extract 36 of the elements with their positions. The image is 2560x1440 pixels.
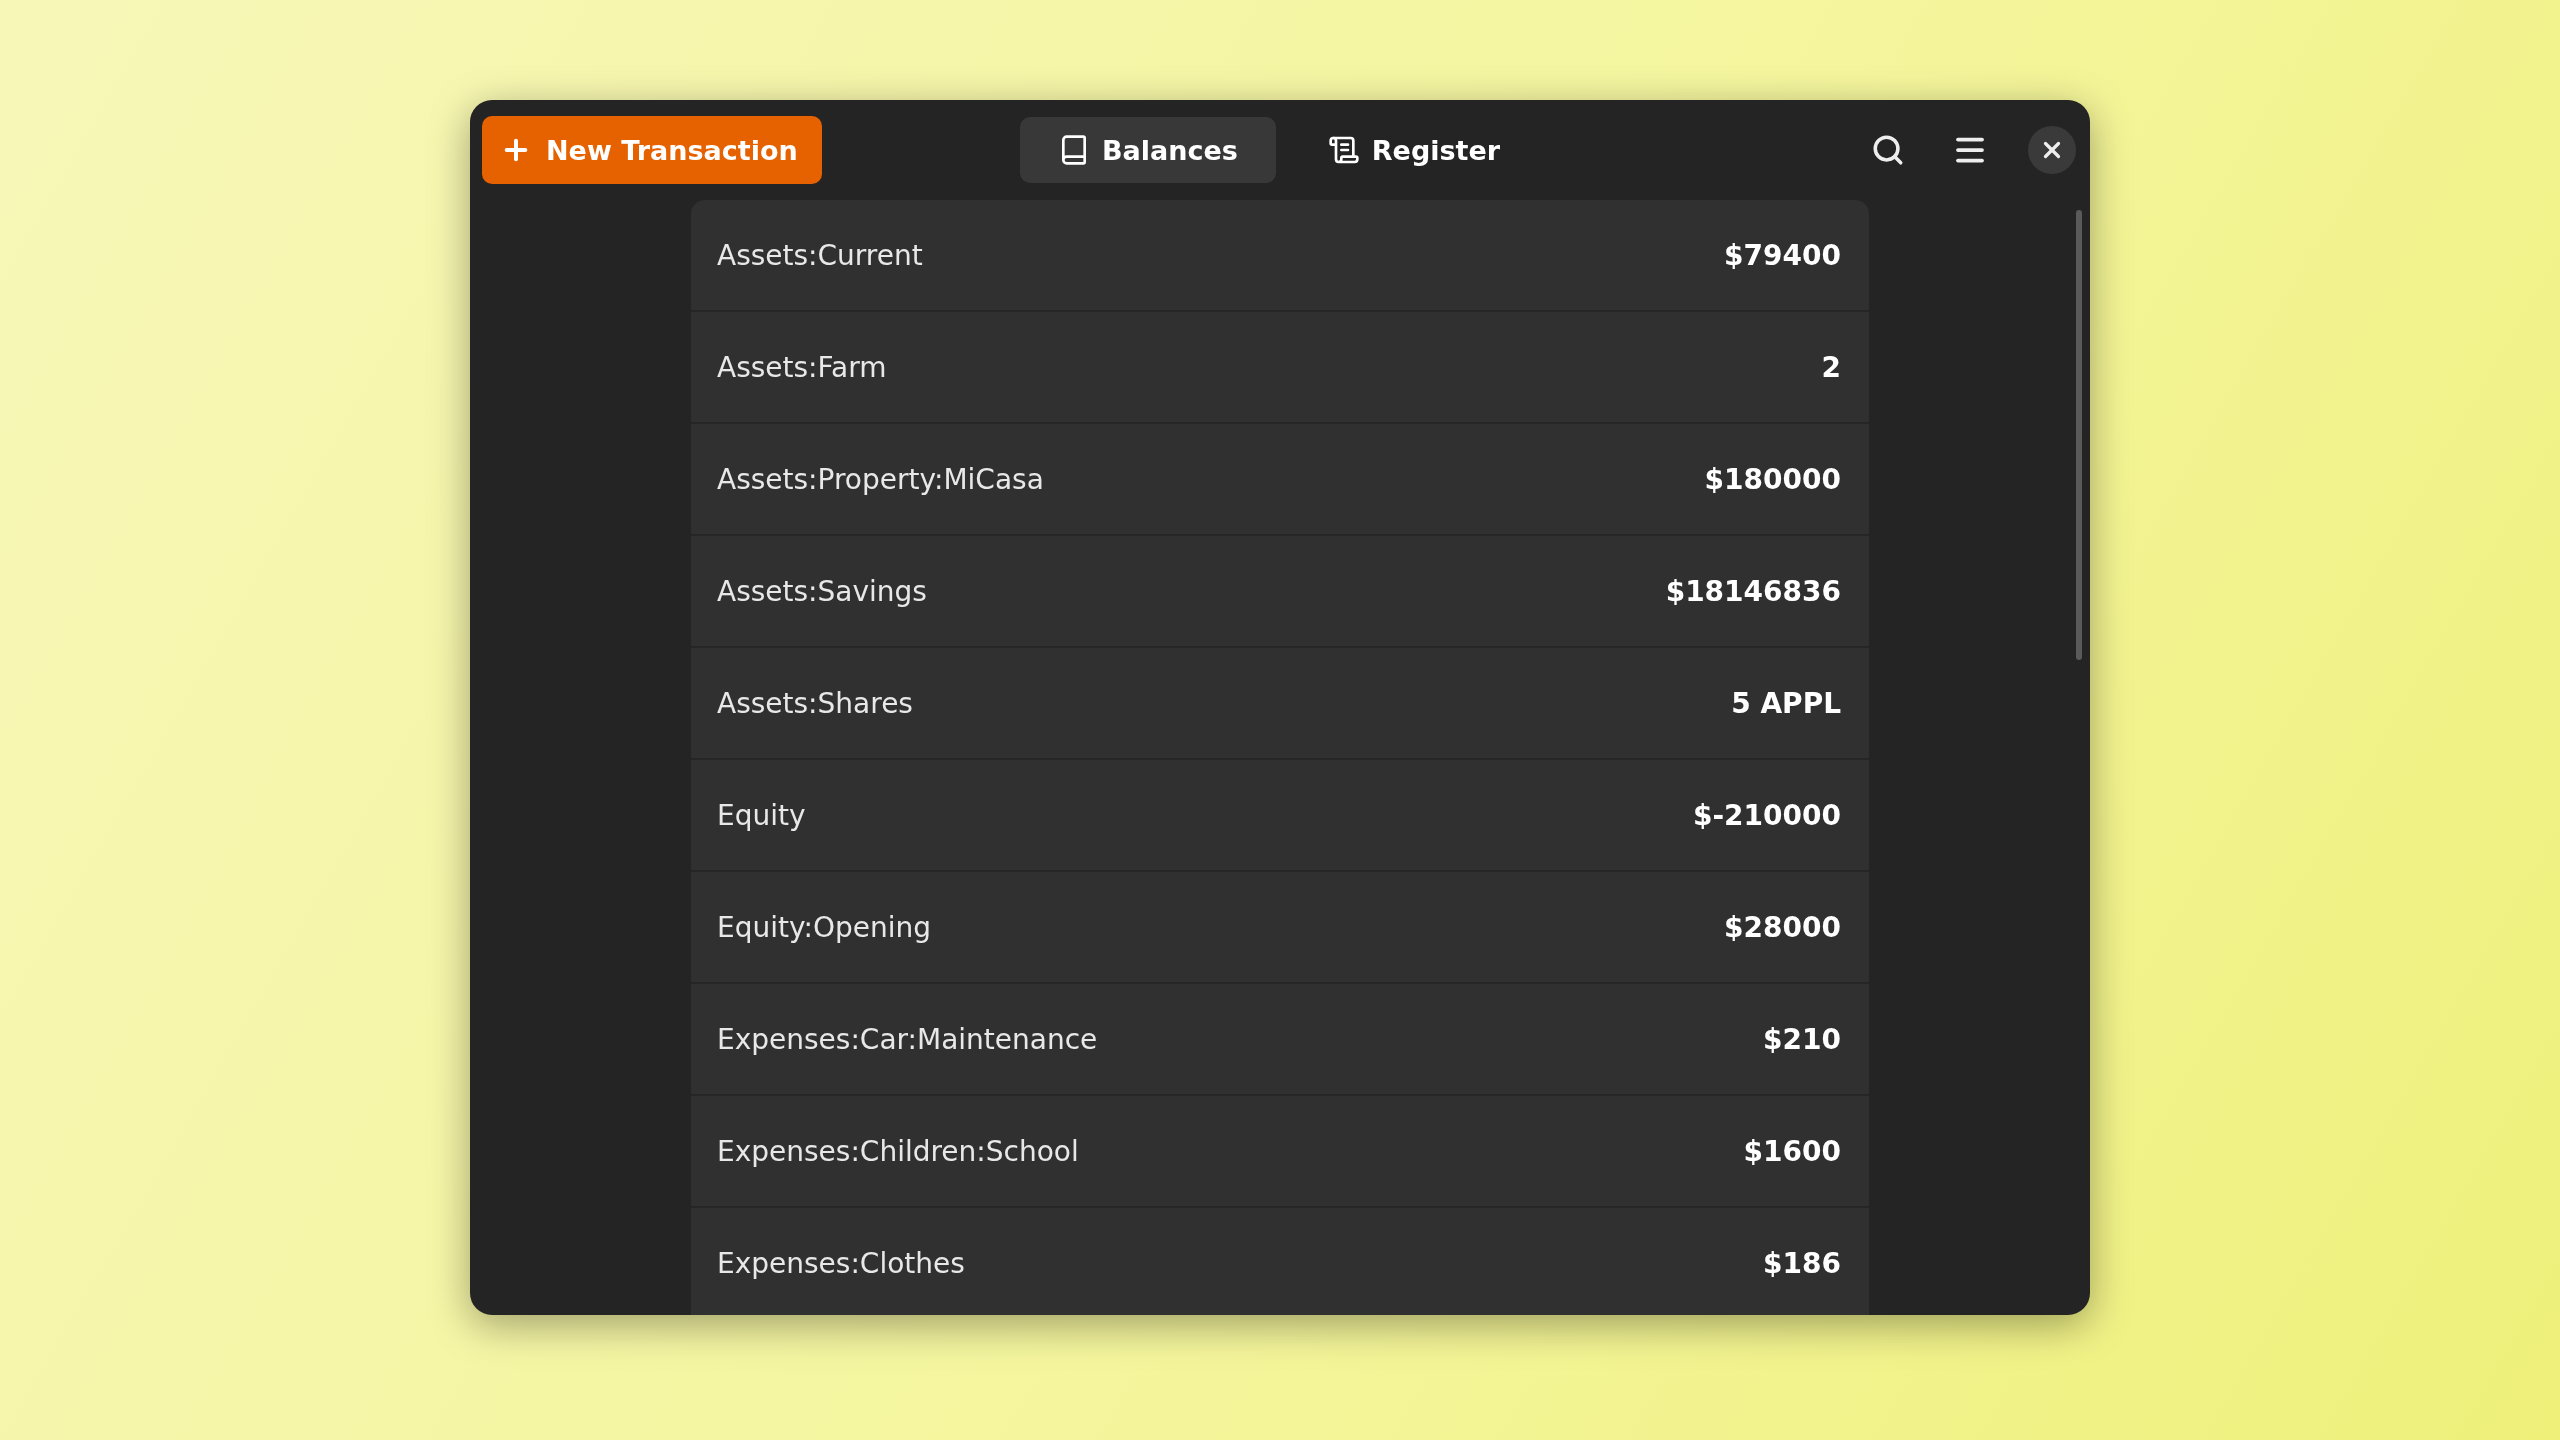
account-row[interactable]: Assets:Property:MiCasa $180000: [691, 424, 1869, 536]
account-balance: $1600: [1743, 1134, 1841, 1168]
account-balance: $79400: [1724, 238, 1841, 272]
account-name: Expenses:Car:Maintenance: [717, 1022, 1098, 1056]
account-name: Assets:Current: [717, 238, 923, 272]
account-row[interactable]: Expenses:Clothes $186: [691, 1208, 1869, 1315]
view-tab[interactable]: Balances: [1019, 117, 1276, 183]
account-name: Assets:Farm: [717, 350, 887, 384]
account-balance: $-210000: [1693, 798, 1841, 832]
close-button[interactable]: [2028, 126, 2076, 174]
account-name: Assets:Property:MiCasa: [717, 462, 1044, 496]
account-balance: 5 APPL: [1731, 686, 1841, 720]
account-name: Equity:Opening: [717, 910, 932, 944]
account-row[interactable]: Assets:Farm 2: [691, 312, 1869, 424]
account-row[interactable]: Assets:Savings $18146836: [691, 536, 1869, 648]
search-icon: [1871, 133, 1905, 167]
account-row[interactable]: Assets:Current $79400: [691, 200, 1869, 312]
account-balance: $18146836: [1665, 574, 1841, 608]
scrollbar[interactable]: [2076, 210, 2082, 660]
account-name: Equity: [717, 798, 806, 832]
account-balance: $180000: [1704, 462, 1841, 496]
account-name: Assets:Shares: [717, 686, 913, 720]
account-name: Expenses:Clothes: [717, 1246, 965, 1280]
account-row[interactable]: Expenses:Children:School $1600: [691, 1096, 1869, 1208]
account-row[interactable]: Equity:Opening $28000: [691, 872, 1869, 984]
scroll-icon: [1327, 134, 1360, 166]
account-row[interactable]: Equity $-210000: [691, 760, 1869, 872]
account-balance: $186: [1763, 1246, 1841, 1280]
account-balance: 2: [1821, 350, 1841, 384]
account-name: Assets:Savings: [717, 574, 927, 608]
account-row[interactable]: Assets:Shares 5 APPL: [691, 648, 1869, 760]
account-balance: $210: [1763, 1022, 1841, 1056]
view-tab[interactable]: Register: [1289, 117, 1539, 183]
account-row[interactable]: Expenses:Car:Maintenance $210: [691, 984, 1869, 1096]
account-balance: $28000: [1724, 910, 1841, 944]
account-name: Expenses:Children:School: [717, 1134, 1079, 1168]
